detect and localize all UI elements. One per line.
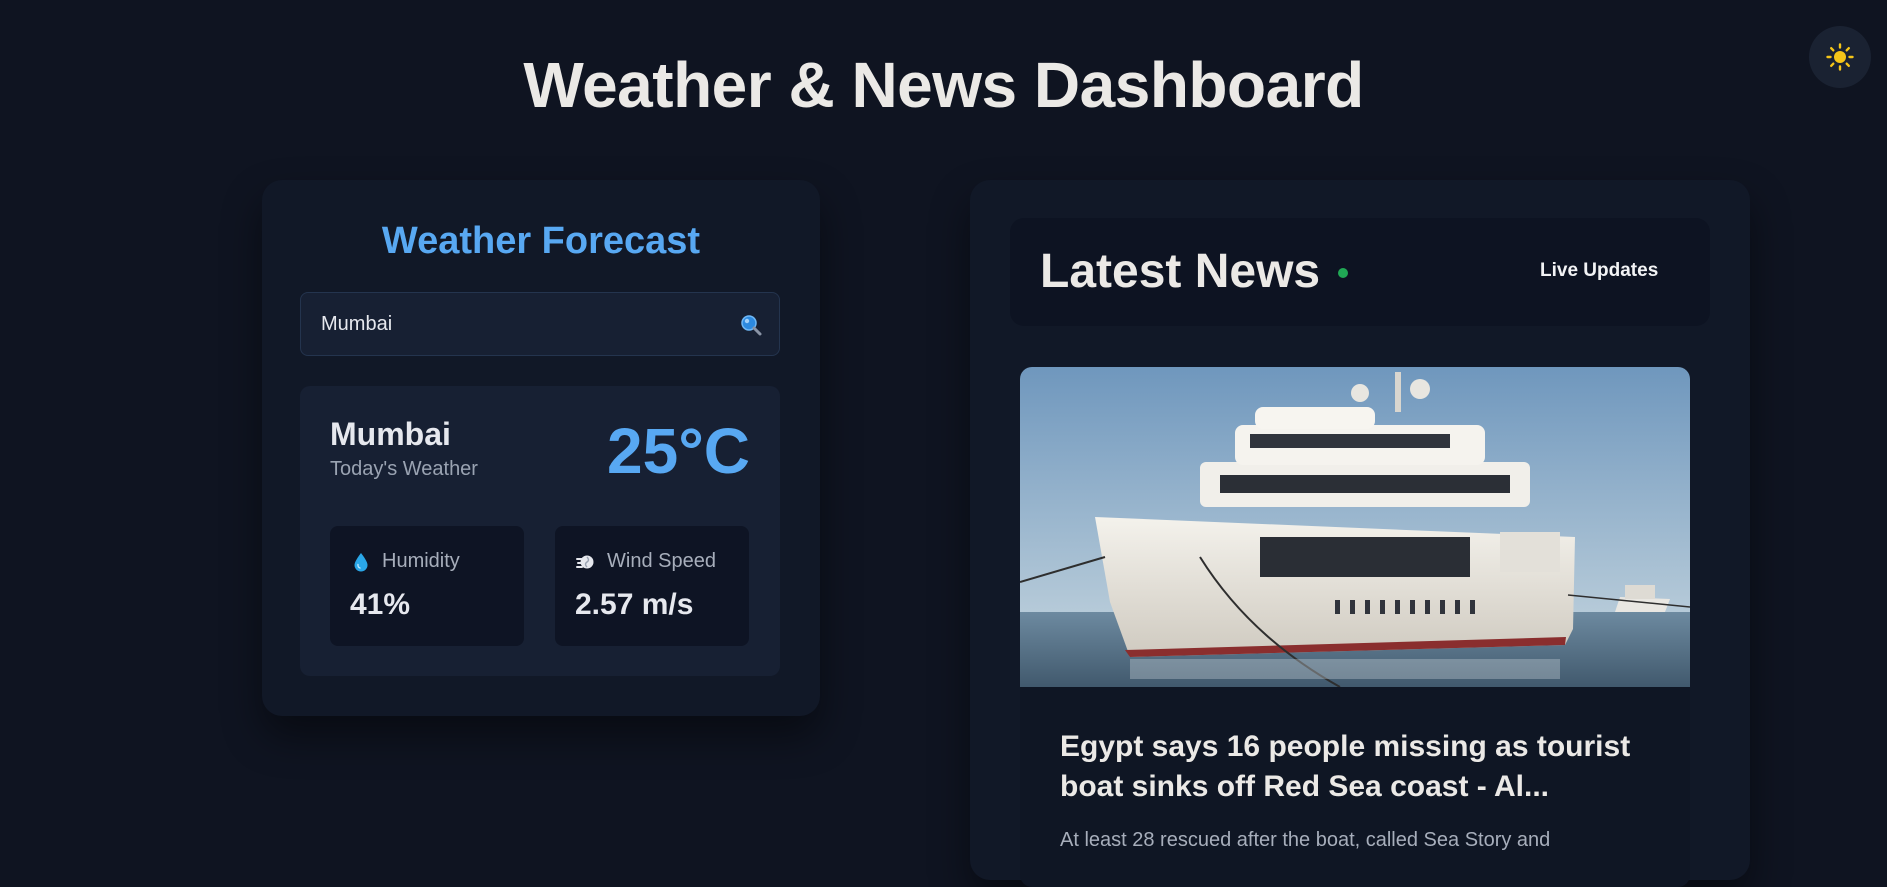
live-updates-label: Live Updates <box>1540 260 1659 281</box>
news-header: Latest News Live Updates <box>1010 218 1710 326</box>
temperature-value: 25°C <box>607 415 750 487</box>
live-indicator-dot <box>1338 268 1348 278</box>
weather-title: Weather Forecast <box>381 220 701 262</box>
city-search-box <box>300 292 780 356</box>
droplet-icon <box>354 552 368 571</box>
cruise-ship-photo[interactable] <box>1020 367 1690 687</box>
news-summary: At least 28 rescued after the boat, call… <box>1060 829 1551 851</box>
wind-value: 2.57 m/s <box>575 588 694 621</box>
city-name: Mumbai <box>330 416 451 452</box>
weather-panel: Weather Forecast Mumbai Today's Weather … <box>262 180 820 716</box>
news-panel: Latest News Live Updates Egypt says 16 p… <box>970 180 1750 887</box>
city-search-input[interactable] <box>301 293 779 355</box>
humidity-box: Humidity 41% <box>330 526 524 646</box>
news-headline[interactable]: Egypt says 16 people missing as tourist … <box>1060 727 1670 807</box>
wind-icon <box>576 555 594 568</box>
humidity-value: 41% <box>350 588 411 621</box>
weather-subtitle: Today's Weather <box>330 458 478 480</box>
search-icon[interactable] <box>739 313 763 337</box>
news-title: Latest News <box>1040 245 1321 298</box>
wind-box: Wind Speed 2.57 m/s <box>555 526 749 646</box>
page-title: Weather & News Dashboard <box>523 49 1364 121</box>
wind-label: Wind Speed <box>607 550 716 572</box>
humidity-label: Humidity <box>382 550 460 572</box>
weather-card: Mumbai Today's Weather 25°C Humidity 41% <box>300 386 780 676</box>
news-article-card[interactable]: Egypt says 16 people missing as tourist … <box>1020 367 1690 887</box>
